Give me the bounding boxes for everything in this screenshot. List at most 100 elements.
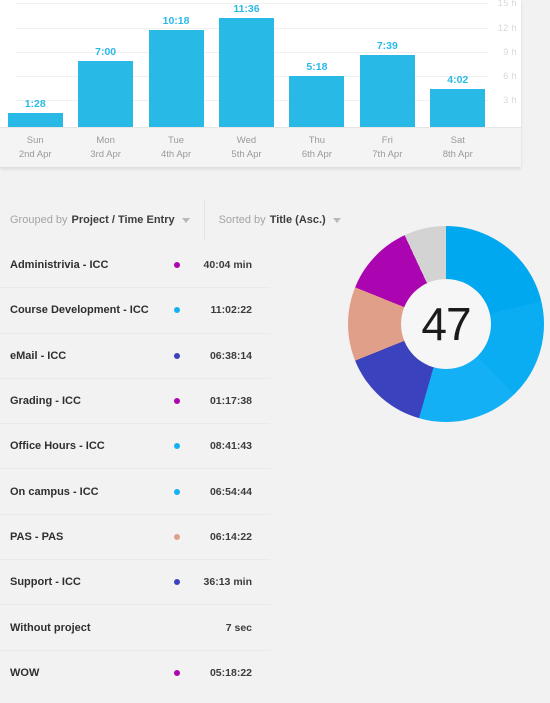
grouped-by-label: Grouped by	[10, 214, 68, 226]
x-axis-tick: Thu 6th Apr	[282, 128, 352, 167]
bar[interactable]	[430, 88, 486, 127]
x-axis-date: 3rd Apr	[90, 149, 121, 160]
bar[interactable]	[359, 54, 415, 127]
x-axis-tick: Fri 7th Apr	[352, 128, 422, 167]
x-axis-tick: Tue 4th Apr	[141, 128, 211, 167]
x-axis-tick: Sun 2nd Apr	[0, 128, 70, 167]
sorted-by-label: Sorted by	[218, 214, 266, 226]
bar[interactable]	[289, 76, 345, 127]
bar-column[interactable]: 1:28	[0, 0, 70, 127]
list-item[interactable]: Without project 7 sec	[0, 604, 270, 649]
bar-chart-plot: 15 h 12 h 9 h 6 h 3 h 1:28 7:00 10:18 11:36 5:18…	[0, 0, 521, 127]
list-item-title: Administrivia - ICC	[10, 258, 109, 271]
bar-value-label: 1:28	[24, 98, 46, 111]
y-axis-tick-label: 3 h	[503, 95, 517, 106]
list-item[interactable]: Office Hours - ICC 08:41:43	[0, 423, 270, 468]
bar-value-label: 11:36	[233, 2, 260, 15]
project-color-dot	[174, 669, 180, 676]
bar-value-label: 4:02	[447, 73, 469, 86]
x-axis-date: 8th Apr	[442, 149, 473, 160]
project-color-dot	[174, 352, 180, 359]
list-item-title: Without project	[10, 621, 91, 634]
project-time-list: Administrivia - ICC 40:04 min Course Devel…	[0, 242, 270, 695]
list-item-duration: 05:18:22	[209, 666, 252, 679]
bar-value-label: 5:18	[306, 61, 328, 74]
list-item-duration: 08:41:43	[209, 440, 252, 453]
bar-column[interactable]: 7:00	[70, 0, 140, 127]
project-color-dot	[174, 307, 180, 314]
list-item[interactable]: Support - ICC 36:13 min	[0, 559, 270, 604]
list-item-duration: 06:38:14	[209, 349, 252, 362]
grouped-by-value: Project / Time Entry	[71, 214, 175, 226]
bar-column[interactable]: 10:18	[141, 0, 211, 127]
x-axis-date: 6th Apr	[301, 149, 332, 160]
bar-column[interactable]: 4:02	[423, 0, 493, 127]
chevron-down-icon	[332, 217, 341, 223]
x-axis-date: 2nd Apr	[18, 149, 52, 160]
donut-hole: 47	[401, 279, 491, 369]
project-color-dot	[174, 488, 180, 495]
axis-spacer	[493, 128, 521, 167]
bar-column[interactable]: 7:39	[352, 0, 422, 127]
bar[interactable]	[7, 113, 63, 127]
bar[interactable]	[148, 30, 204, 127]
y-axis-tick-label: 15 h	[497, 0, 517, 8]
x-axis-date: 4th Apr	[161, 149, 192, 160]
list-item-title: PAS - PAS	[10, 530, 64, 543]
sorted-by-dropdown[interactable]: Sorted by Title (Asc.)	[203, 200, 355, 240]
y-axis-tick-label: 12 h	[497, 22, 517, 33]
list-item-duration: 36:13 min	[203, 576, 252, 589]
bar-value-label: 7:00	[95, 45, 117, 58]
bar-series: 1:28 7:00 10:18 11:36 5:18 7:39 4:02	[0, 0, 493, 127]
list-item[interactable]: Administrivia - ICC 40:04 min	[0, 242, 270, 287]
bar-value-label: 7:39	[376, 39, 398, 52]
bar[interactable]	[78, 60, 134, 127]
project-color-dot	[174, 443, 180, 450]
bar-column[interactable]: 5:18	[282, 0, 352, 127]
x-axis-tick: Wed 5th Apr	[211, 128, 281, 167]
donut-center-value: 47	[421, 298, 471, 350]
y-axis-tick-label: 9 h	[503, 47, 517, 58]
list-item-title: Office Hours - ICC	[10, 440, 105, 453]
list-toolbar: Grouped by Project / Time Entry Sorted b…	[0, 200, 341, 240]
x-axis-tick: Mon 3rd Apr	[70, 128, 140, 167]
x-axis-day: Sat	[450, 135, 465, 146]
project-color-dot	[174, 625, 180, 631]
bar-column[interactable]: 11:36	[211, 0, 281, 127]
list-item[interactable]: On campus - ICC 06:54:44	[0, 468, 270, 513]
bar-value-label: 10:18	[162, 15, 190, 28]
list-item[interactable]: Grading - ICC 01:17:38	[0, 377, 270, 423]
x-axis-tick: Sat 8th Apr	[423, 128, 493, 167]
list-item-title: Grading - ICC	[10, 395, 81, 408]
bar[interactable]	[219, 17, 274, 127]
project-color-dot	[174, 533, 180, 540]
list-item-title: On campus - ICC	[10, 485, 99, 498]
x-axis-day: Wed	[236, 135, 257, 146]
project-color-dot	[174, 579, 180, 586]
list-item[interactable]: eMail - ICC 06:38:14	[0, 332, 270, 378]
list-item-title: eMail - ICC	[10, 349, 67, 362]
project-color-dot	[174, 261, 180, 268]
x-axis-labels: Sun 2nd Apr Mon 3rd Apr Tue 4th Apr Wed 5th Apr…	[0, 127, 521, 167]
grouped-by-dropdown[interactable]: Grouped by Project / Time Entry	[0, 200, 204, 240]
list-item[interactable]: Course Development - ICC 11:02:22	[0, 287, 270, 332]
list-item[interactable]: PAS - PAS 06:14:22	[0, 513, 270, 559]
x-axis-day: Mon	[96, 135, 115, 146]
project-distribution-donut-chart: 47	[348, 226, 544, 422]
list-item-duration: 01:17:38	[209, 395, 252, 408]
list-item-duration: 06:54:44	[209, 485, 252, 498]
list-item[interactable]: WOW 05:18:22	[0, 649, 270, 695]
list-item-duration: 11:02:22	[210, 304, 252, 317]
x-axis-date: 5th Apr	[231, 149, 262, 160]
x-axis-day: Thu	[308, 135, 326, 146]
chevron-down-icon	[181, 217, 190, 223]
list-item-title: WOW	[10, 666, 40, 679]
x-axis-day: Fri	[381, 135, 393, 146]
weekly-bar-chart-card: 15 h 12 h 9 h 6 h 3 h 1:28 7:00 10:18 11:36 5:18…	[0, 0, 521, 167]
x-axis-date: 7th Apr	[372, 149, 403, 160]
project-color-dot	[174, 398, 180, 405]
list-item-duration: 7 sec	[225, 621, 252, 634]
x-axis-day: Tue	[168, 135, 185, 146]
list-item-title: Course Development - ICC	[10, 304, 149, 317]
list-item-duration: 06:14:22	[209, 530, 252, 543]
